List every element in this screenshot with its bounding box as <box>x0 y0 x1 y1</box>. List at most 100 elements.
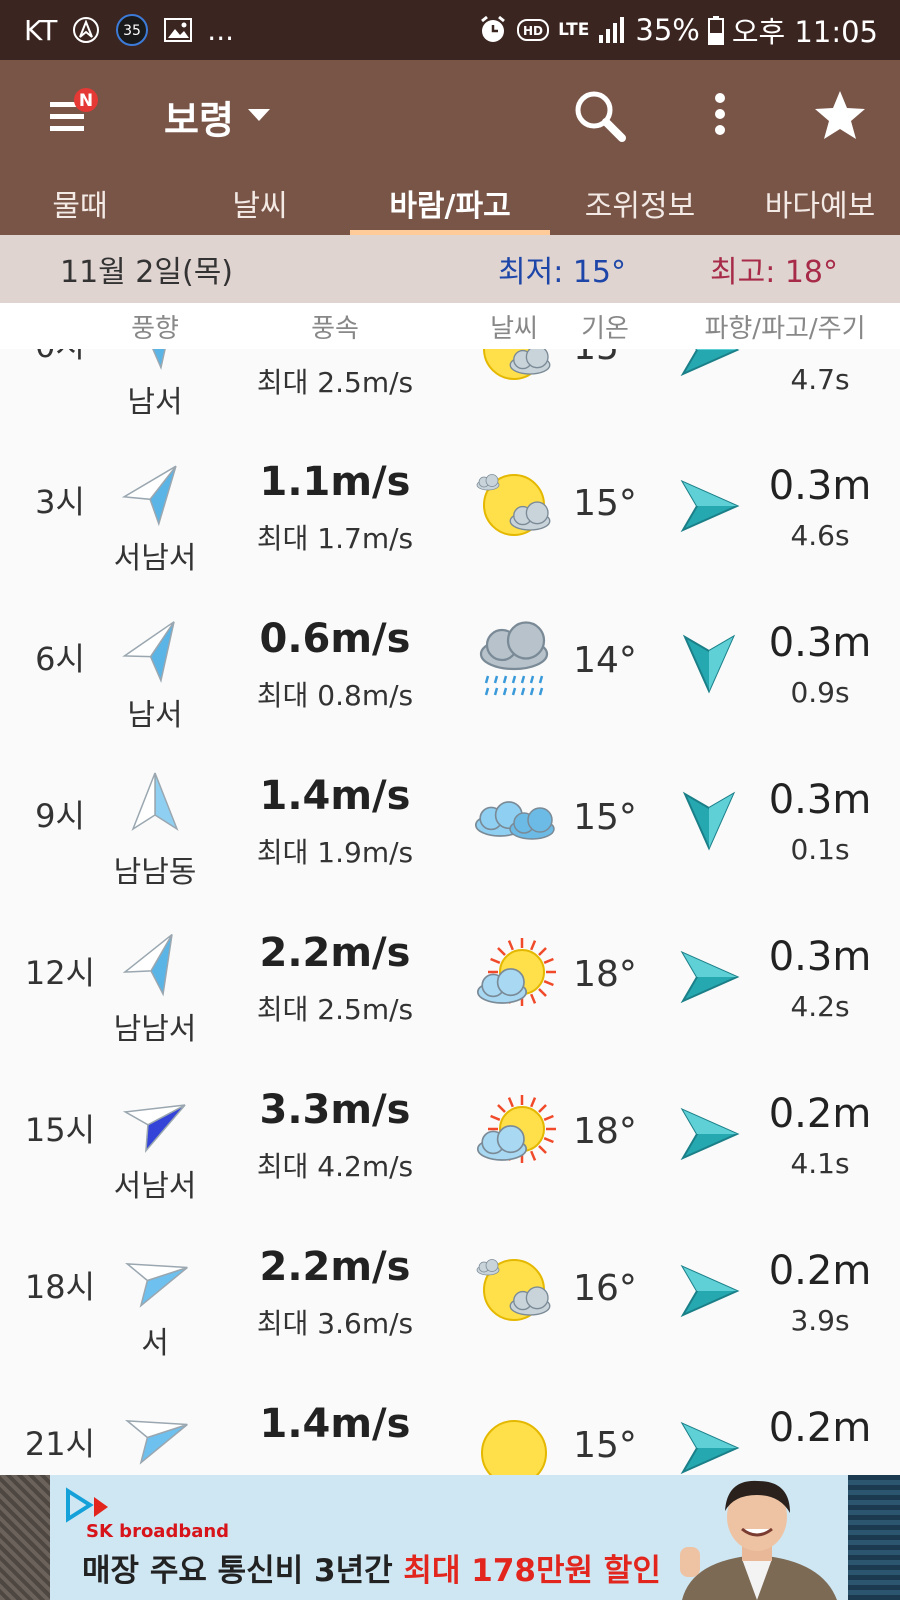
favorite-button[interactable] <box>812 88 868 144</box>
row-temperature: 15° <box>573 482 637 524</box>
wind-direction-arrow-icon <box>122 621 175 683</box>
row-temperature: 16° <box>573 1267 637 1309</box>
forecast-row[interactable]: 12시 남남서 2.2m/s 최대 2.5m/s 18° 0.3m 4.2s <box>0 896 900 1056</box>
forecast-row[interactable]: 21시 1.4m/s 15° 0.2m <box>0 1367 900 1475</box>
row-temperature: 14° <box>573 639 637 681</box>
row-max-wind-speed: 최대 3.6m/s <box>256 1307 414 1340</box>
alarm-icon <box>478 15 508 45</box>
row-temperature: 15° <box>573 796 637 838</box>
status-right: HD LTE 35% 오후 11:05 <box>478 0 878 60</box>
row-temperature: 15° <box>573 1424 637 1466</box>
row-time: 21시 <box>24 1425 96 1463</box>
row-max-wind-speed <box>230 1459 440 1475</box>
row-wave-height: 0.3m <box>768 934 872 980</box>
row-wind-direction: 남서 <box>127 385 183 420</box>
signal-strength-icon <box>597 15 627 45</box>
carrier-label: KT <box>24 13 58 47</box>
tab-tide[interactable]: 물때 <box>0 170 160 235</box>
app-bar: N 보령 <box>0 60 900 170</box>
image-notification-icon <box>163 16 193 44</box>
wind-direction-arrow-icon <box>125 1419 188 1465</box>
header-wind-speed: 풍속 <box>311 313 359 344</box>
row-wind-direction: 남남동 <box>113 855 197 890</box>
forecast-row[interactable]: 18시 서 2.2m/s 최대 3.6m/s 16° 0.2m 3.9s <box>0 1210 900 1370</box>
clock: 오후 11:05 <box>731 15 878 49</box>
forecast-row[interactable]: 15시 서남서 3.3m/s 최대 4.2m/s 18° 0.2m 4.1s <box>0 1053 900 1213</box>
svg-text:HD: HD <box>523 24 543 38</box>
min-temp-label: 최저: 15° <box>498 255 627 290</box>
wave-direction-icon <box>680 1264 740 1318</box>
row-wind-speed: 0.6m/s <box>259 616 411 662</box>
status-bar: KT 35 ... HD LTE 35% 오후 11:05 <box>0 0 900 60</box>
row-wind-speed: 1.4m/s <box>259 1401 411 1447</box>
row-time: 3시 <box>35 483 85 521</box>
forecast-list[interactable]: 0시 남서1.1m/s최대 2.5m/s 15° 0.3m4.7s3시 서남서1… <box>0 303 900 1475</box>
location-selector[interactable]: 보령 <box>164 88 270 144</box>
wave-direction-icon <box>680 479 740 533</box>
row-time: 6시 <box>35 640 85 678</box>
status-left: KT 35 ... <box>24 0 234 60</box>
max-temp-label: 최고: 18° <box>710 255 839 290</box>
ad-person-image <box>680 1480 837 1600</box>
battery-icon <box>707 15 724 45</box>
ad-text: 매장 주요 통신비 3년간 최대 178만원 할인 <box>82 1545 661 1590</box>
search-button[interactable] <box>570 86 630 146</box>
row-wave-period: 0.1s <box>790 833 850 866</box>
row-wave-period <box>750 1461 890 1475</box>
forecast-row[interactable]: 3시 서남서 1.1m/s 최대 1.7m/s 15° 0.3m 4.6s <box>0 425 900 585</box>
row-wind-direction: 남서 <box>127 698 183 733</box>
wave-direction-icon <box>682 634 736 694</box>
header-weather: 날씨 <box>490 313 538 344</box>
row-wind-speed: 2.2m/s <box>259 1244 411 1290</box>
date-label: 11월 2일(목) <box>60 255 234 290</box>
row-wave-period: 4.1s <box>790 1147 850 1180</box>
row-wind-direction: 서남서 <box>113 541 197 576</box>
wind-direction-arrow-icon <box>121 465 177 527</box>
network-type-label: LTE <box>558 20 590 40</box>
row-wind-direction: 서남서 <box>113 1169 197 1204</box>
row-time: 12시 <box>24 954 96 992</box>
row-wave-height: 0.3m <box>768 620 872 666</box>
row-max-wind-speed: 최대 1.7m/s <box>256 522 414 555</box>
svg-text:35: 35 <box>123 23 141 39</box>
row-wind-speed: 1.1m/s <box>259 459 411 505</box>
row-max-wind-speed: 최대 1.9m/s <box>256 836 414 869</box>
location-name: 보령 <box>164 97 234 142</box>
row-wave-period: 4.6s <box>790 519 850 552</box>
tab-sea-forecast[interactable]: 바다예보 <box>730 170 900 235</box>
row-wave-period: 4.2s <box>790 990 850 1023</box>
ad-text-highlight: 최대 178만원 할인 <box>403 1553 661 1589</box>
forecast-row[interactable]: 9시 남남동 1.4m/s 최대 1.9m/s 15° 0.3m 0.1s <box>0 739 900 899</box>
cloudy-icon <box>474 801 555 840</box>
row-wave-height: 0.2m <box>768 1405 872 1451</box>
row-max-wind-speed: 최대 0.8m/s <box>256 679 414 712</box>
wave-direction-icon <box>682 791 736 851</box>
row-wind-speed: 2.2m/s <box>259 930 411 976</box>
menu-button[interactable]: N <box>48 88 104 144</box>
wind-direction-arrow-icon <box>125 1262 188 1308</box>
row-max-wind-speed: 최대 4.2m/s <box>256 1150 414 1183</box>
tab-weather[interactable]: 날씨 <box>160 170 360 235</box>
wind-direction-arrow-icon <box>122 933 173 997</box>
row-wind-speed: 3.3m/s <box>259 1087 411 1133</box>
more-options-button[interactable] <box>700 88 740 144</box>
row-time: 15시 <box>24 1111 96 1149</box>
more-vert-icon <box>715 93 725 135</box>
more-notifications: ... <box>207 13 234 47</box>
date-bar: 11월 2일(목) 최저: 15° 최고: 18° <box>0 235 900 303</box>
ad-banner[interactable]: SK broadband 매장 주요 통신비 3년간 최대 178만원 할인 <box>0 1475 900 1600</box>
dropdown-arrow-icon <box>247 109 270 121</box>
row-wave-period: 0.9s <box>790 676 850 709</box>
sunny-cloud-icon <box>476 938 556 1006</box>
ad-right-decoration <box>848 1475 900 1600</box>
row-wind-direction: 서 <box>141 1326 169 1361</box>
sunny-cloud-icon <box>476 1095 556 1163</box>
row-wave-period: 3.9s <box>790 1304 850 1337</box>
sun-cloud-icon <box>476 474 551 536</box>
forecast-row[interactable]: 6시 남서 0.6m/s 최대 0.8m/s 14° 0.3m 0.9s <box>0 582 900 742</box>
row-time: 18시 <box>24 1268 96 1306</box>
tab-tide-info[interactable]: 조위정보 <box>550 170 730 235</box>
ad-left-decoration <box>0 1475 50 1600</box>
notification-badge-icon: 35 <box>115 13 149 47</box>
tab-wind-wave[interactable]: 바람/파고 <box>350 170 550 235</box>
